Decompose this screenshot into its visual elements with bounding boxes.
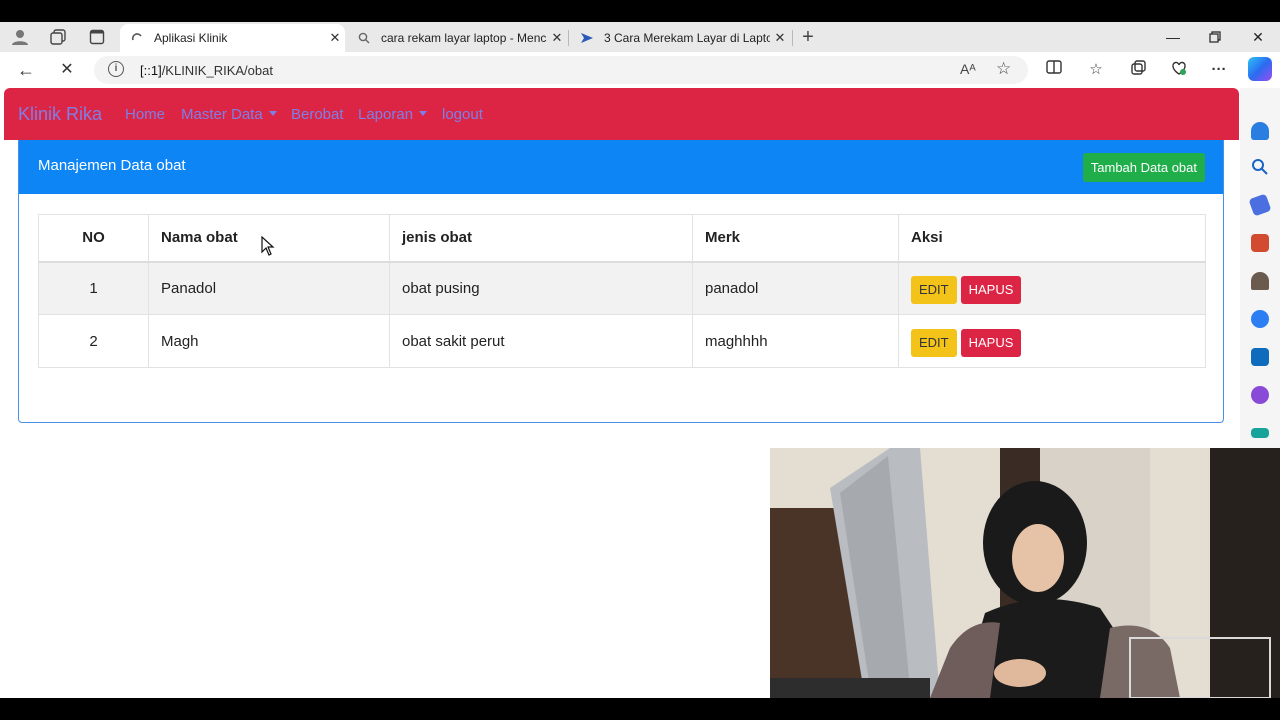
delete-button[interactable]: HAPUS [960, 329, 1022, 357]
add-data-button[interactable]: Tambah Data obat [1082, 153, 1205, 182]
table-row: 2 Magh obat sakit perut maghhhh EDIT HAPU… [38, 314, 1206, 368]
address-bar-row: ← ✕ i [::1]/KLINIK_RIKA/obat Aᴬ ☆ ☆ ··· [0, 52, 1280, 88]
favorites-icon[interactable]: ☆ [1085, 60, 1107, 80]
cell-aksi: EDIT HAPUS [898, 261, 1206, 315]
cell-aksi: EDIT HAPUS [898, 314, 1206, 368]
games-chess-icon[interactable] [1251, 272, 1269, 290]
webcam-overlay [770, 448, 1280, 698]
header-no: NO [38, 214, 149, 263]
cell-nama: Panadol [148, 261, 390, 315]
tab-title: cara rekam layar laptop - Mencari [381, 31, 547, 45]
nav-laporan-label: Laporan [358, 106, 414, 123]
card-title: Manajemen Data obat [38, 157, 186, 174]
tab-search[interactable]: cara rekam layar laptop - Mencari ✕ [347, 24, 567, 52]
browser-essentials-icon[interactable] [1168, 60, 1190, 80]
profile-icon[interactable] [8, 26, 32, 48]
site-info-icon[interactable]: i [108, 61, 124, 77]
dropdown-caret-icon [268, 111, 277, 116]
browser-window: Aplikasi Klinik ✕ cara rekam layar lapto… [0, 22, 1280, 698]
brand-link[interactable]: Klinik Rika [18, 104, 102, 125]
back-icon[interactable]: ← [13, 58, 39, 82]
search-icon [357, 31, 371, 45]
cell-nama: Magh [148, 314, 390, 368]
nav-home[interactable]: Home [125, 106, 165, 123]
app-navbar: Klinik Rika Home Master Data Berobat Lap… [4, 88, 1239, 140]
url-text[interactable]: [::1]/KLINIK_RIKA/obat [140, 63, 273, 78]
microsoft-365-icon[interactable] [1251, 310, 1269, 328]
new-tab-icon[interactable]: + [796, 26, 820, 48]
site-favicon-icon [580, 31, 594, 45]
read-aloud-icon[interactable]: Aᴬ [960, 61, 976, 77]
close-window-icon[interactable]: ✕ [1243, 26, 1273, 48]
screen-bottom-border [0, 698, 1280, 720]
split-screen-icon[interactable] [1043, 60, 1065, 80]
mouse-cursor-icon [261, 235, 275, 261]
drop-icon[interactable] [1251, 428, 1269, 438]
loading-icon [130, 31, 144, 45]
edit-button[interactable]: EDIT [911, 329, 957, 357]
tab-aplikasi-klinik[interactable]: Aplikasi Klinik ✕ [120, 24, 345, 52]
cell-no: 2 [38, 314, 149, 368]
stop-loading-icon[interactable]: ✕ [54, 58, 80, 82]
shopping-tag-icon[interactable] [1248, 193, 1272, 217]
nav-master-data[interactable]: Master Data [181, 106, 277, 123]
medicine-table: NO Nama obat jenis obat Merk Aksi 1 Pana… [38, 214, 1206, 368]
tab-article[interactable]: 3 Cara Merekam Layar di Laptop ✕ [570, 24, 790, 52]
table-header-row: NO Nama obat jenis obat Merk Aksi [38, 214, 1206, 263]
table-row: 1 Panadol obat pusing panadol EDIT HAPUS [38, 261, 1206, 315]
more-menu-icon[interactable]: ··· [1208, 60, 1230, 80]
restore-icon[interactable] [1200, 26, 1230, 48]
close-tab-icon[interactable]: ✕ [325, 30, 345, 46]
vertical-tabs-icon[interactable] [85, 26, 109, 48]
tab-separator [568, 30, 569, 46]
collections-icon[interactable] [1127, 60, 1149, 80]
data-card: Manajemen Data obat Tambah Data obat NO … [18, 140, 1224, 423]
tab-title: 3 Cara Merekam Layar di Laptop [604, 31, 770, 45]
outlook-icon[interactable] [1251, 348, 1269, 366]
header-jenis: jenis obat [389, 214, 693, 263]
cell-merk: panadol [692, 261, 899, 315]
url-path: /KLINIK_RIKA/obat [161, 63, 273, 78]
nav-berobat[interactable]: Berobat [291, 106, 344, 123]
cell-jenis: obat sakit perut [389, 314, 693, 368]
nav-logout[interactable]: logout [442, 106, 483, 123]
notifications-bell-icon[interactable] [1251, 122, 1269, 140]
cell-merk: maghhhh [692, 314, 899, 368]
edit-button[interactable]: EDIT [911, 276, 957, 305]
tab-strip: Aplikasi Klinik ✕ cara rekam layar lapto… [0, 22, 1280, 52]
tools-briefcase-icon[interactable] [1251, 234, 1269, 252]
minimize-icon[interactable]: — [1158, 26, 1188, 48]
header-aksi: Aksi [898, 214, 1206, 263]
cell-no: 1 [38, 261, 149, 315]
tab-separator [792, 30, 793, 46]
delete-button[interactable]: HAPUS [960, 276, 1022, 305]
copilot-icon[interactable] [1248, 57, 1272, 81]
address-bar[interactable]: i [::1]/KLINIK_RIKA/obat Aᴬ ☆ [94, 56, 1028, 84]
cell-jenis: obat pusing [389, 261, 693, 315]
url-host: [::1] [140, 63, 162, 78]
tab-title: Aplikasi Klinik [154, 31, 228, 45]
close-tab-icon[interactable]: ✕ [547, 30, 567, 46]
nav-laporan[interactable]: Laporan [358, 106, 428, 123]
close-tab-icon[interactable]: ✕ [770, 30, 790, 46]
favorite-star-icon[interactable]: ☆ [996, 59, 1011, 79]
nav-master-data-label: Master Data [181, 106, 263, 123]
search-icon[interactable] [1251, 158, 1269, 176]
designer-icon[interactable] [1251, 386, 1269, 404]
card-header: Manajemen Data obat Tambah Data obat [19, 140, 1223, 194]
dropdown-caret-icon [419, 111, 428, 116]
screen-top-border [0, 0, 1280, 22]
header-merk: Merk [692, 214, 899, 263]
workspaces-icon[interactable] [46, 26, 70, 48]
